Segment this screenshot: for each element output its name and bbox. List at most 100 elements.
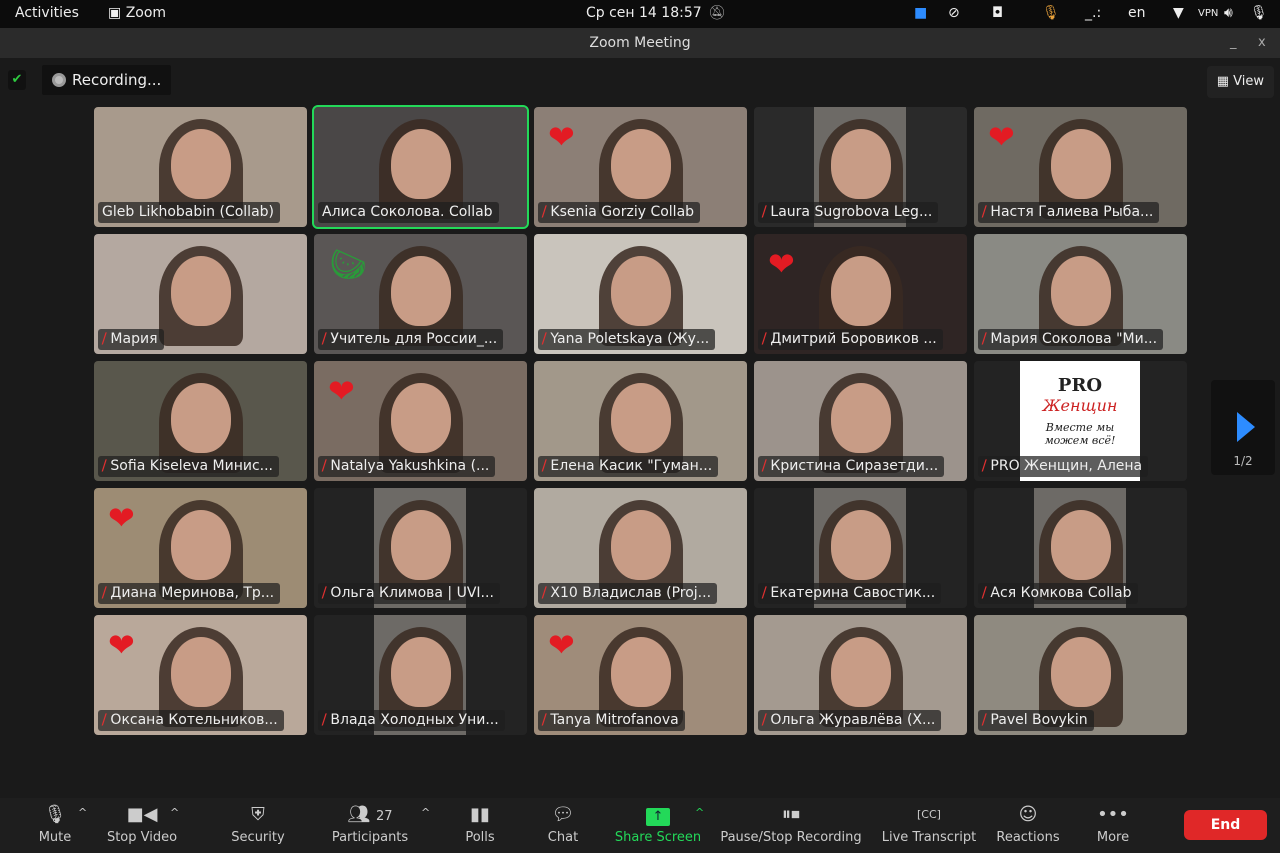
reactions-label: Reactions [996, 830, 1060, 845]
view-button[interactable]: ▦ View [1206, 66, 1274, 98]
volume-icon[interactable]: 🔊︎ [1224, 5, 1233, 21]
participant-tile[interactable]: ❤ ⧸ Ksenia Gorziy Collab [534, 107, 747, 227]
participant-face [610, 637, 671, 707]
end-meeting-button[interactable]: End [1184, 810, 1267, 840]
participant-name: Ksenia Gorziy Collab [550, 204, 695, 220]
mic-muted-icon: ⧸ [762, 332, 767, 347]
chat-button[interactable]: 💬︎ Chat [543, 804, 583, 845]
participant-tile[interactable]: ⧸ Pavel Bovykin [974, 615, 1187, 735]
participant-tile[interactable]: ⧸ Елена Касик "Гуман... [534, 361, 747, 481]
participant-tile[interactable]: ⧸ Laura Sugrobova Leg... [754, 107, 967, 227]
participant-tile[interactable]: ⧸ Ольга Журавлёва (Х... [754, 615, 967, 735]
participant-face [830, 383, 891, 453]
mic-muted-icon: ⧸ [322, 713, 327, 728]
next-page-button[interactable]: 1/2 [1211, 380, 1275, 475]
reactions-button[interactable]: ☺ Reactions [996, 804, 1060, 845]
participant-tile[interactable]: ⧸ Yana Poletskaya (Жу... [534, 234, 747, 354]
participant-tile[interactable]: ⧸ Мария [94, 234, 307, 354]
participant-tile[interactable]: ⧸ Кристина Сиразетди... [754, 361, 967, 481]
arrow-right-icon [1237, 412, 1255, 442]
participant-name-label: ⧸ PRO Женщин, Алена [978, 456, 1149, 477]
smiley-plus-icon: ☺ [1018, 804, 1038, 825]
participant-tile[interactable]: ❤ ⧸ Natalya Yakushkina (... [314, 361, 527, 481]
mic-muted-icon: ⧸ [542, 332, 547, 347]
mic-muted-icon: ⧸ [982, 459, 987, 474]
video-camera-icon: ■◀ [126, 804, 158, 825]
heart-reaction-icon: ❤ [108, 499, 135, 537]
mic-muted-icon: ⧸ [102, 459, 107, 474]
video-options-chevron-icon[interactable]: ^ [170, 806, 179, 819]
participant-tile[interactable]: ⧸ Влада Холодных Уни... [314, 615, 527, 735]
participant-name: Влада Холодных Уни... [330, 712, 499, 728]
participant-name: Екатерина Савостик... [770, 585, 936, 601]
polls-button[interactable]: ▮▮ Polls [460, 804, 500, 845]
participant-tile[interactable]: Алиса Соколова. Collab [312, 105, 529, 229]
participant-name: Gleb Likhobabin (Collab) [102, 204, 274, 220]
participant-tile[interactable]: ⧸ Sofia Kiseleva Минис... [94, 361, 307, 481]
keyboard-icon[interactable]: _.: [1085, 5, 1101, 21]
pause-stop-recording-button[interactable]: ⏸⏹ Pause/Stop Recording [720, 804, 862, 845]
mic-icon[interactable]: 🎙︎ [1250, 5, 1268, 21]
mic-muted-icon: ⧸ [762, 205, 767, 220]
close-button[interactable]: x [1258, 28, 1266, 58]
participant-name-label: ⧸ Ksenia Gorziy Collab [538, 202, 701, 223]
participant-tile[interactable]: ⧸ Екатерина Савостик... [754, 488, 967, 608]
participant-face [830, 637, 891, 707]
participant-tile[interactable]: ⧸ Ася Комкова Collab [974, 488, 1187, 608]
share-arrow-icon: ↑ [646, 808, 670, 826]
camera-icon[interactable]: ◘ [992, 5, 1003, 21]
check-icon[interactable]: ⊘ [948, 5, 960, 21]
participant-tile[interactable]: ❤ ⧸ Диана Меринова, Тр... [94, 488, 307, 608]
participant-tile[interactable]: ❤ ⧸ Tanya Mitrofanova [534, 615, 747, 735]
stop-video-label: Stop Video [106, 830, 178, 845]
minimize-button[interactable]: _ [1230, 28, 1237, 58]
recording-indicator[interactable]: Recording... [42, 65, 172, 95]
vpn-icon[interactable]: VPN [1198, 8, 1218, 19]
stop-video-button[interactable]: ■◀ Stop Video [104, 804, 180, 845]
participants-options-chevron-icon[interactable]: ^ [421, 806, 430, 819]
audio-options-chevron-icon[interactable]: ^ [78, 806, 87, 819]
participant-tile[interactable]: ❤ ⧸ Оксана Котельников... [94, 615, 307, 735]
security-button[interactable]: ⛨ Security [228, 804, 288, 845]
participant-face [390, 510, 451, 580]
zoom-tray-icon[interactable]: ■ [914, 5, 927, 21]
participant-name: PRO Женщин, Алена [990, 458, 1143, 474]
participant-tile[interactable]: 🍉︎ ⧸ Учитель для России_... [314, 234, 527, 354]
participant-tile[interactable]: ❤ ⧸ Настя Галиева Рыба... [974, 107, 1187, 227]
participant-tile[interactable]: ❤ ⧸ Дмитрий Боровиков ... [754, 234, 967, 354]
participant-face [390, 256, 451, 326]
participant-name: X10 Владислав (Proj... [550, 585, 712, 601]
mic-active-icon[interactable]: 🎙︎ [1042, 5, 1060, 21]
clock[interactable]: Ср сен 14 18:57 [586, 5, 702, 21]
participant-face [1050, 256, 1111, 326]
participant-face [170, 637, 231, 707]
participant-tile[interactable]: ⧸ Ольга Климова | UVI... [314, 488, 527, 608]
participants-button[interactable]: 👥︎ 27 Participants [330, 804, 410, 845]
participant-name: Мария Соколова "Ми... [990, 331, 1158, 347]
more-label: More [1096, 830, 1130, 845]
app-menu[interactable]: ▣ Zoom [108, 5, 166, 21]
share-screen-button[interactable]: ↑ Share Screen [612, 804, 704, 845]
participant-tile[interactable]: PRO Женщин Вместе мы можем всё! ⧸ PRO Женщин… [974, 361, 1187, 481]
participant-name-label: ⧸ Настя Галиева Рыба... [978, 202, 1160, 223]
mute-button[interactable]: 🎙︎ Mute [34, 804, 76, 845]
activities-button[interactable]: Activities [15, 5, 79, 21]
participant-tile[interactable]: Gleb Likhobabin (Collab) [94, 107, 307, 227]
heart-reaction-icon: ❤ [768, 245, 795, 283]
participant-name: Учитель для России_... [330, 331, 498, 347]
mute-label: Mute [38, 830, 72, 845]
security-shield-icon[interactable]: ✔ [8, 70, 26, 90]
participant-name-label: ⧸ X10 Владислав (Proj... [538, 583, 718, 604]
bar-chart-icon: ▮▮ [470, 804, 490, 825]
mic-muted-icon: ⧸ [542, 459, 547, 474]
participant-tile[interactable]: ⧸ X10 Владислав (Proj... [534, 488, 747, 608]
live-transcript-button[interactable]: [CC] Live Transcript [880, 804, 978, 845]
language-indicator[interactable]: en [1128, 5, 1146, 21]
participant-name-label: ⧸ Sofia Kiseleva Минис... [98, 456, 279, 477]
wifi-icon[interactable]: ▼ [1173, 5, 1184, 21]
participant-name-label: ⧸ Влада Холодных Уни... [318, 710, 505, 731]
share-options-chevron-icon[interactable]: ^ [695, 806, 704, 819]
participant-tile[interactable]: ⧸ Мария Соколова "Ми... [974, 234, 1187, 354]
watermelon-reaction-icon: 🍉︎ [328, 245, 369, 283]
more-button[interactable]: ••• More [1094, 804, 1132, 845]
